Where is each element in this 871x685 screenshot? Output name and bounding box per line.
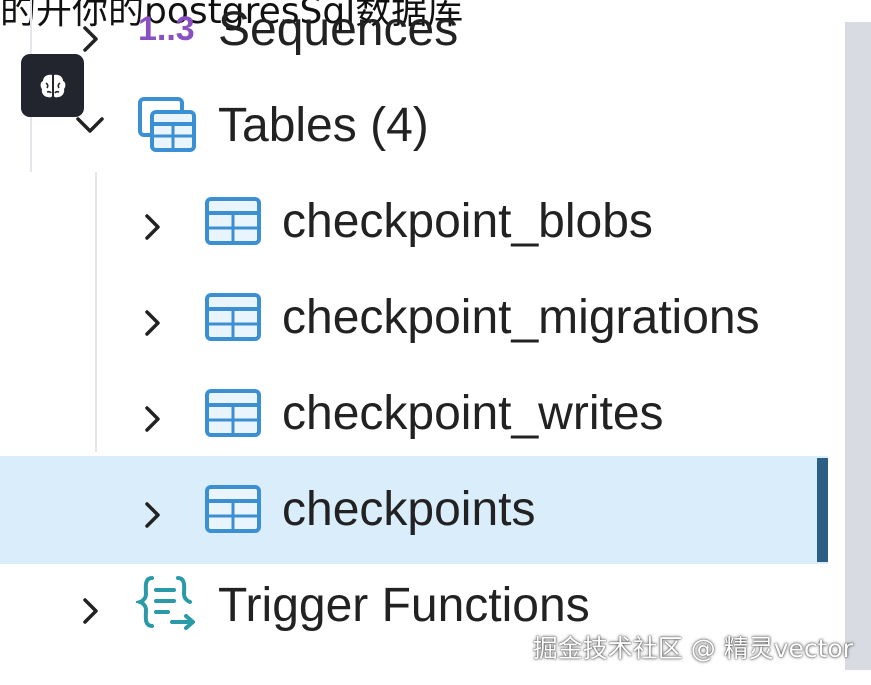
tree-item-table-selected[interactable]: checkpoints [0, 456, 828, 564]
selection-indicator [817, 458, 828, 562]
table-icon [204, 196, 262, 246]
tree-item-table[interactable]: checkpoint_blobs [0, 174, 828, 270]
tree-item-label: checkpoints [282, 483, 536, 536]
chevron-right-icon[interactable] [78, 24, 104, 54]
tables-label: Tables [218, 99, 357, 152]
brain-icon [40, 74, 66, 98]
tree-item-label: Tables (4) [218, 102, 429, 150]
tree-item-table[interactable]: checkpoint_writes [0, 366, 828, 462]
tables-group-icon [137, 96, 199, 154]
tree-item-label: Trigger Functions [218, 579, 590, 632]
scrollbar-track[interactable] [845, 22, 871, 670]
table-icon [204, 484, 262, 534]
ai-assistant-button[interactable] [21, 54, 84, 117]
table-icon [204, 292, 262, 342]
sequence-icon: 1..3 [138, 10, 195, 48]
chevron-right-icon[interactable] [140, 308, 166, 338]
tree-item-label: Sequences [218, 3, 459, 56]
tree-item-label: checkpoint_blobs [282, 195, 653, 248]
chevron-right-icon[interactable] [78, 596, 104, 626]
tree-item-label: checkpoint_writes [282, 387, 664, 440]
tree-item-table[interactable]: checkpoint_migrations [0, 270, 828, 366]
tree-item-tables[interactable]: Tables (4) [0, 78, 828, 174]
chevron-right-icon[interactable] [140, 500, 166, 530]
watermark: 掘金技术社区 @ 精灵vector [532, 634, 853, 663]
tables-count: (4) [356, 99, 429, 152]
trigger-function-icon [136, 574, 202, 636]
table-icon [204, 388, 262, 438]
object-tree: 1..3 Sequences Tables (4) checkpoint_blo… [0, 0, 828, 685]
tree-item-label: checkpoint_migrations [282, 291, 760, 344]
tree-item-sequences[interactable]: 1..3 Sequences [0, 0, 828, 84]
chevron-right-icon[interactable] [140, 404, 166, 434]
chevron-right-icon[interactable] [140, 212, 166, 242]
